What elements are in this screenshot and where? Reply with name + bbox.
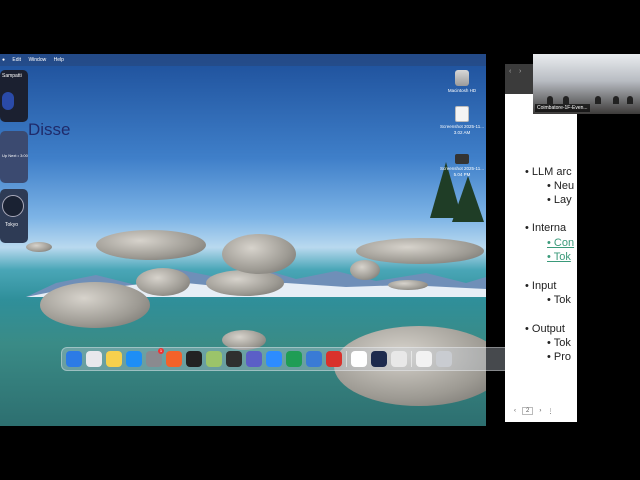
screenshot-file-icon	[455, 154, 469, 164]
slide-bullet: • Tok	[547, 337, 571, 349]
page-controls: ‹ 2 › ⋮	[514, 405, 553, 417]
teams-icon[interactable]	[246, 351, 262, 367]
back-icon[interactable]: ‹	[509, 68, 517, 76]
boulder	[222, 234, 296, 274]
excel-icon[interactable]	[286, 351, 302, 367]
menu-item-help[interactable]: Help	[54, 57, 64, 63]
desktop-icon-macintosh-hd[interactable]: Macintosh HD	[440, 70, 484, 94]
menu-item-edit[interactable]: Edit	[12, 57, 21, 63]
brave-icon[interactable]	[166, 351, 182, 367]
dock-separator	[346, 351, 347, 367]
zoom-icon[interactable]	[266, 351, 282, 367]
boulder	[206, 270, 284, 296]
notification-badge: 1	[158, 348, 164, 354]
video-tile-caption: Coimbatore-1F-Even...	[535, 104, 590, 112]
prev-page-icon[interactable]: ‹	[514, 408, 516, 414]
slide-bullet: • LLM arc	[525, 166, 572, 178]
slide-bullet[interactable]: • Tok	[547, 251, 571, 263]
forward-icon[interactable]: ›	[519, 68, 527, 76]
next-page-icon[interactable]: ›	[539, 408, 541, 414]
participant-figure	[563, 96, 569, 104]
more-icon[interactable]: ⋮	[547, 408, 553, 415]
pine-tree	[452, 176, 484, 222]
chatgpt-icon[interactable]	[351, 351, 367, 367]
affinity-icon[interactable]	[371, 351, 387, 367]
widget-label: Sampatti	[2, 73, 22, 79]
hard-drive-icon	[455, 70, 469, 86]
menu-bar: ● Edit Window Help	[0, 54, 486, 66]
calendar-widget[interactable]: Sampatti	[0, 70, 28, 122]
dock-separator	[411, 351, 412, 367]
boulder	[96, 230, 206, 260]
slide-bullet: • Lay	[547, 194, 572, 206]
slide-bullet: • Input	[525, 280, 557, 292]
boulder	[26, 242, 52, 252]
screenshot-file-icon	[455, 106, 469, 122]
desktop-icon-label: Screenshot 2025-11... 5.04 PM	[440, 166, 484, 177]
terminal-icon[interactable]	[186, 351, 202, 367]
settings-icon[interactable]: 1	[146, 348, 164, 367]
app-store-icon[interactable]	[126, 351, 142, 367]
up-next-widget[interactable]: Up Next • 3:00	[0, 131, 28, 183]
launchpad-icon[interactable]	[86, 351, 102, 367]
slide-bullet: • Pro	[547, 351, 572, 363]
slide-title: Disse	[28, 120, 71, 139]
widget-label: Tokyo	[5, 222, 19, 228]
slide-bullet: • Output	[525, 323, 565, 335]
preview-icon[interactable]	[206, 351, 222, 367]
boulder	[40, 282, 150, 328]
vpn-icon[interactable]	[306, 351, 322, 367]
slide-bullet: • Interna	[525, 222, 567, 234]
dock: 1	[61, 347, 515, 371]
document-icon[interactable]	[416, 351, 432, 367]
finder-icon[interactable]	[66, 351, 82, 367]
menu-item-window[interactable]: Window	[28, 57, 46, 63]
weather-icon	[2, 92, 14, 110]
video-tile[interactable]: Coimbatore-1F-Even...	[533, 54, 640, 114]
boulder	[136, 268, 190, 296]
chrome-icon[interactable]	[391, 351, 407, 367]
participant-figure	[627, 96, 633, 104]
desktop-icon-screenshot[interactable]: Screenshot 2025-11... 5.04 PM	[440, 150, 484, 178]
world-clock-widget[interactable]: Tokyo	[0, 189, 28, 243]
desktop-icon-screenshot[interactable]: Screenshot 2025-11... 3.02 AM	[440, 106, 484, 136]
slide-bullet: • Neu	[547, 180, 575, 192]
page-number[interactable]: 2	[522, 407, 534, 415]
slide-bullet: • Tok	[547, 294, 571, 306]
desktop-icon-label: Screenshot 2025-11... 3.02 AM	[440, 124, 484, 135]
apple-icon[interactable]: ●	[2, 57, 5, 63]
boulder	[350, 260, 380, 280]
trash-icon[interactable]	[436, 351, 452, 367]
boulder	[356, 238, 484, 264]
participant-figure	[613, 96, 619, 104]
participant-figure	[595, 96, 601, 104]
acrobat-icon[interactable]	[326, 351, 342, 367]
participant-figure	[547, 96, 553, 104]
cursor-icon[interactable]	[226, 351, 242, 367]
slide-bullet[interactable]: • Con	[547, 237, 574, 249]
notes-icon[interactable]	[106, 351, 122, 367]
boulder	[388, 280, 428, 290]
widget-label: Up Next • 3:00	[2, 153, 28, 158]
clock-icon	[2, 195, 24, 217]
desktop-icon-label: Macintosh HD	[447, 88, 477, 93]
